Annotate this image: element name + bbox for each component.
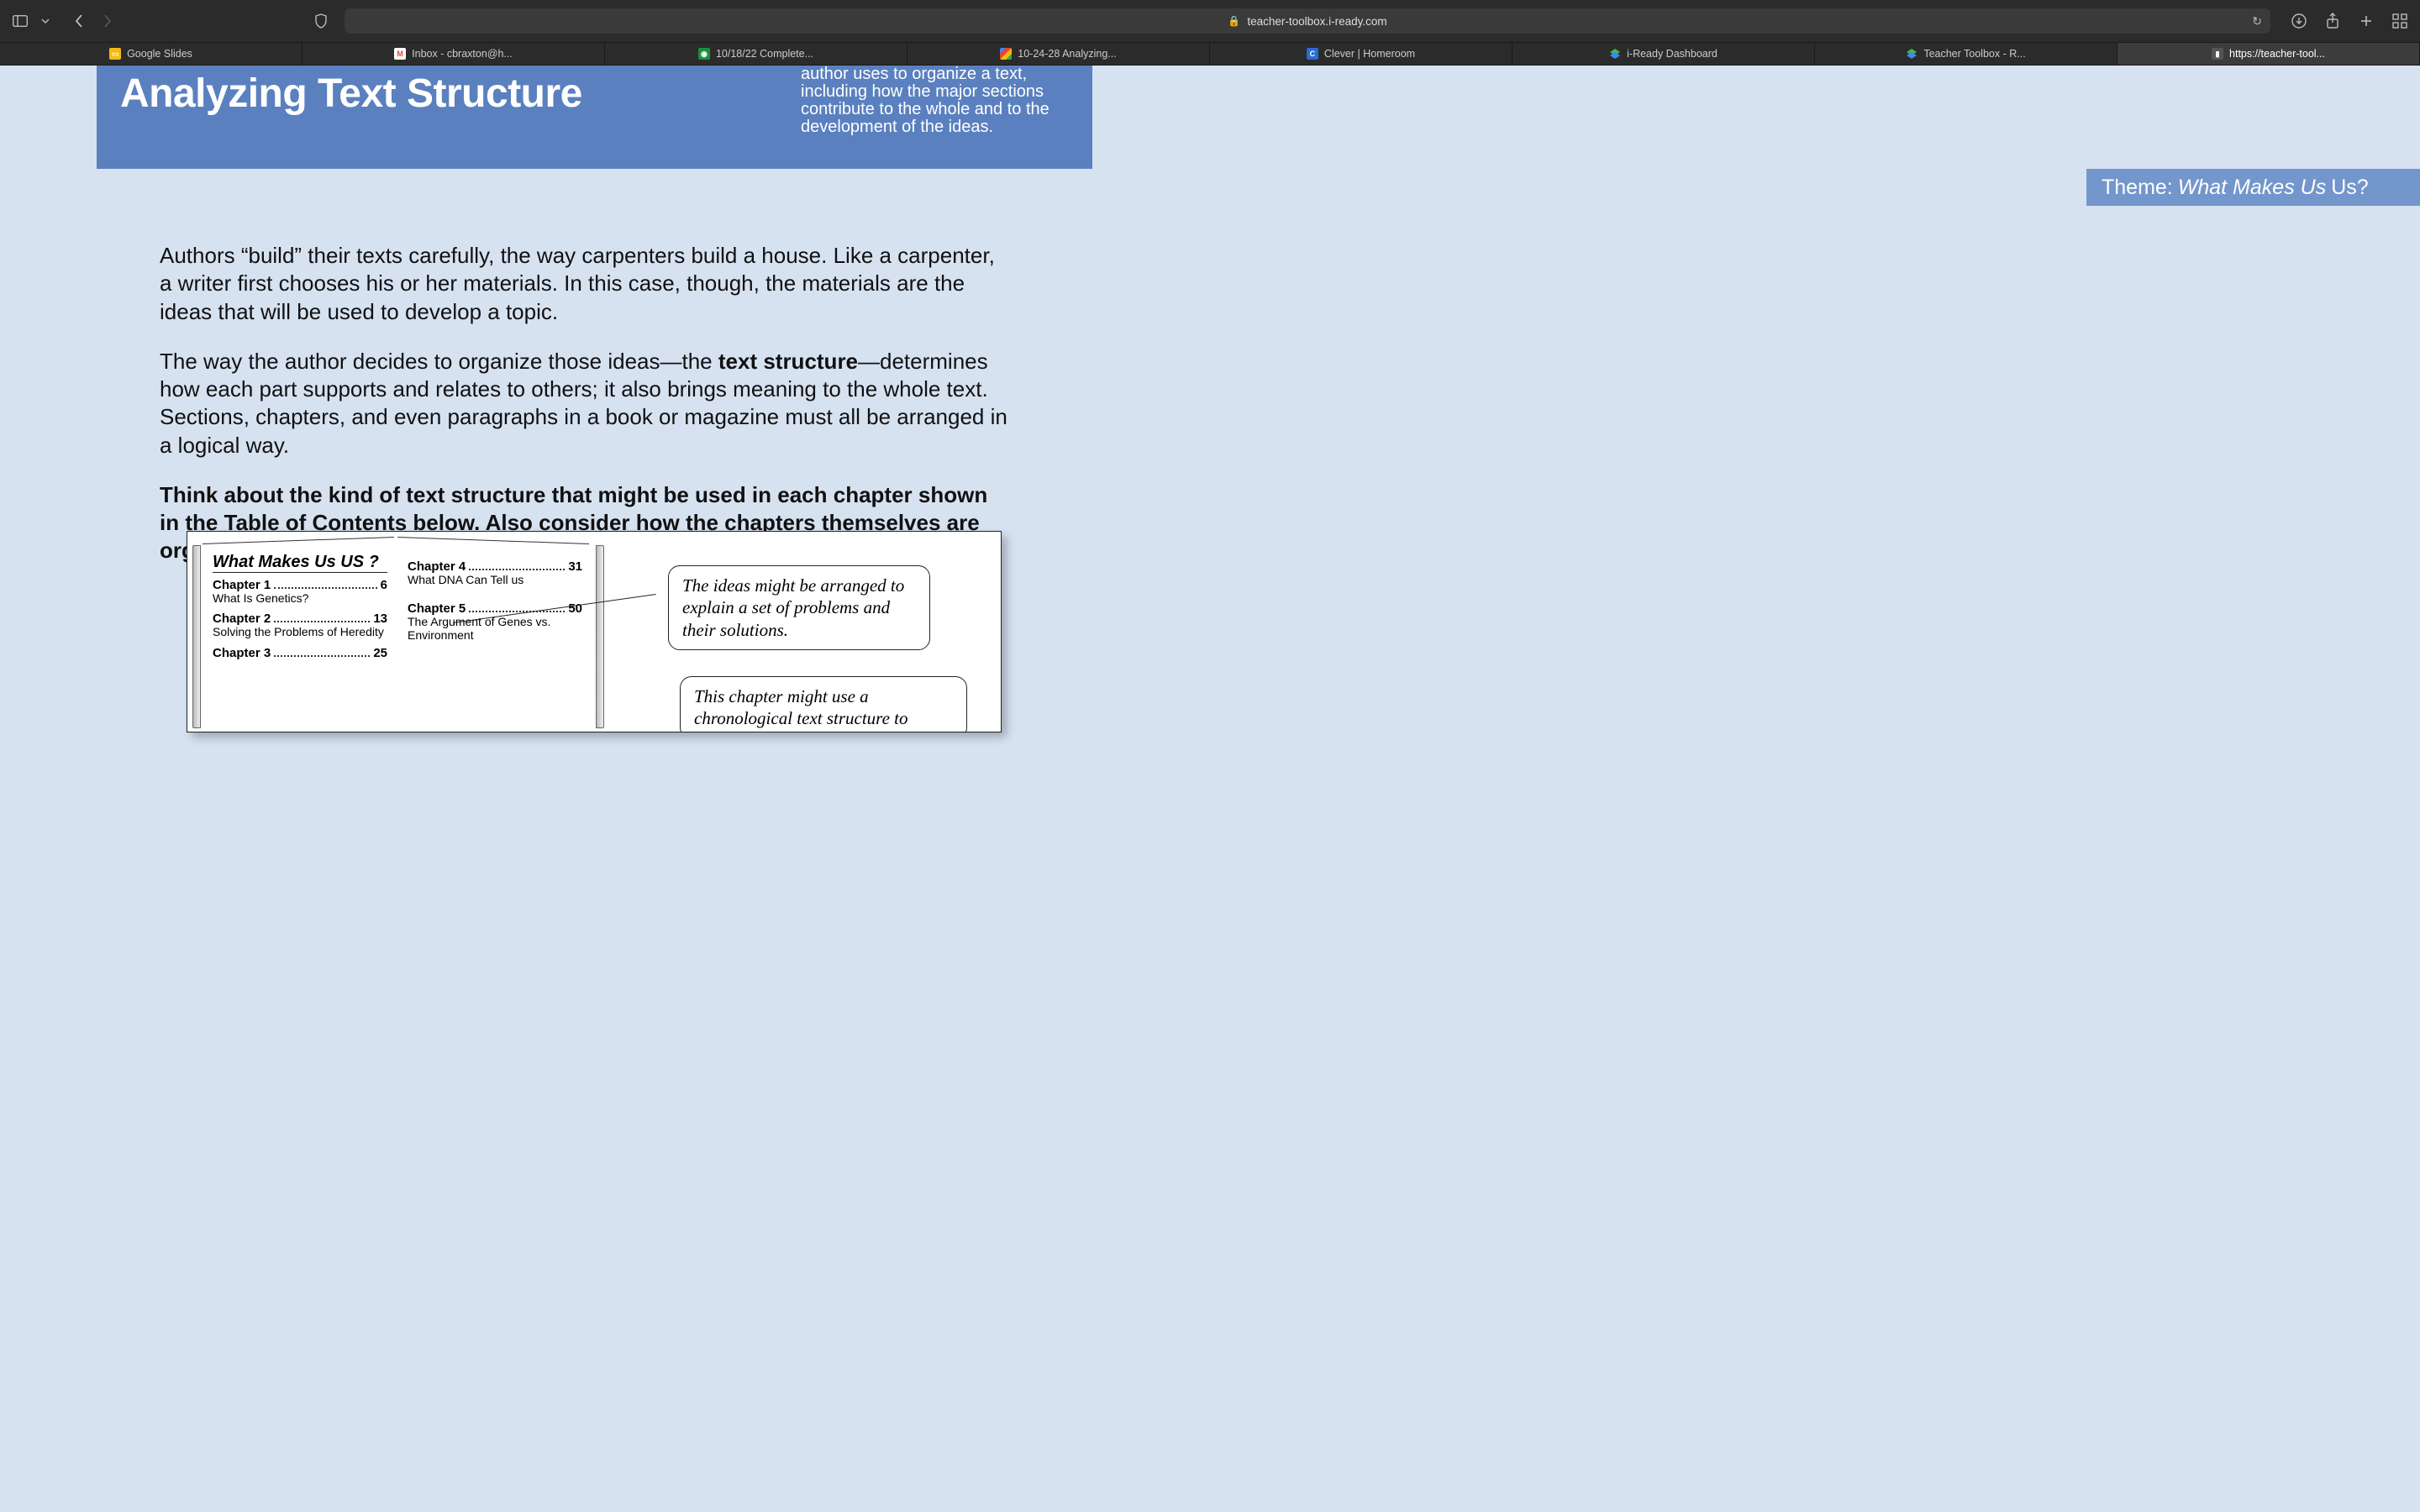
sidebar-icon[interactable] [12,13,29,29]
tab-google-search[interactable]: 10-24-28 Analyzing... [908,43,1210,65]
paragraph-2: The way the author decides to organize t… [160,348,1008,459]
tab-label: 10/18/22 Complete... [716,48,813,60]
back-icon[interactable] [71,13,87,29]
tabs-overview-icon[interactable] [2391,13,2408,29]
new-tab-icon[interactable] [2358,13,2375,29]
book-page-left: What Makes Us US ? Chapter 16 What Is Ge… [203,537,394,732]
objective-box: author uses to organize a text, includin… [759,66,1092,169]
tab-current[interactable]: ▮ https://teacher-tool... [2118,43,2420,65]
theme-tab: Theme: What Makes Us Us? [2086,169,2420,206]
lesson-header: Analyzing Text Structure author uses to … [97,66,1092,169]
tab-label: Google Slides [127,48,192,60]
theme-italic: What Makes Us [2178,176,2326,200]
callout-problem-solution: The ideas might be arranged to explain a… [668,565,930,650]
google-icon [1000,48,1012,60]
iready-icon [1906,48,1918,60]
tab-teacher-toolbox[interactable]: Teacher Toolbox - R... [1815,43,2118,65]
toc-entry: Chapter 16 What Is Genetics? [213,578,387,605]
forward-icon [99,13,116,29]
url-text: teacher-toolbox.i-ready.com [1247,15,1386,28]
share-icon[interactable] [2324,13,2341,29]
gmail-icon: M [394,48,406,60]
theme-tail: Us? [2331,176,2368,200]
toc-entry: Chapter 431 What DNA Can Tell us [408,559,582,586]
tab-google-slides[interactable]: ▭ Google Slides [0,43,302,65]
lesson-title: Analyzing Text Structure [120,71,582,117]
page-viewport: Analyzing Text Structure author uses to … [0,66,2420,1512]
tab-label: i-Ready Dashboard [1627,48,1718,60]
paragraph-1: Authors “build” their texts carefully, t… [160,242,1008,326]
chevron-down-icon[interactable] [40,13,50,29]
browser-toolbar: 🔒 teacher-toolbox.i-ready.com ↻ [0,0,2420,42]
callout-chronological: This chapter might use a chronological t… [680,676,967,732]
downloads-icon[interactable] [2291,13,2307,29]
tab-clever[interactable]: C Clever | Homeroom [1210,43,1512,65]
lock-icon: 🔒 [1228,15,1240,27]
objective-text: author uses to organize a text, includin… [801,66,1074,136]
clever-icon: C [1307,48,1318,60]
tab-label: Teacher Toolbox - R... [1923,48,2025,60]
tab-iready-dashboard[interactable]: i-Ready Dashboard [1512,43,1815,65]
slides-icon: ▭ [109,48,121,60]
book-title: What Makes Us US ? [213,553,387,573]
address-bar[interactable]: 🔒 teacher-toolbox.i-ready.com ↻ [345,8,2270,34]
tab-strip: ▭ Google Slides M Inbox - cbraxton@h... … [0,42,2420,66]
tab-doc[interactable]: ◉ 10/18/22 Complete... [605,43,908,65]
tab-label: Inbox - cbraxton@h... [412,48,513,60]
tab-label: 10-24-28 Analyzing... [1018,48,1116,60]
shield-icon[interactable] [313,13,329,29]
book-illustration: What Makes Us US ? Chapter 16 What Is Ge… [187,531,1002,732]
book-page-right: Chapter 431 What DNA Can Tell us Chapter… [397,537,589,732]
tab-label: Clever | Homeroom [1324,48,1415,60]
theme-label: Theme: [2102,176,2173,200]
reload-icon[interactable]: ↻ [2252,14,2262,29]
toc-entry: Chapter 325 [213,646,387,660]
tab-label: https://teacher-tool... [2229,48,2325,60]
file-icon: ▮ [2212,48,2223,60]
iready-icon [1609,48,1621,60]
classroom-icon: ◉ [698,48,710,60]
tab-gmail-inbox[interactable]: M Inbox - cbraxton@h... [302,43,605,65]
toc-entry: Chapter 213 Solving the Problems of Here… [213,612,387,638]
